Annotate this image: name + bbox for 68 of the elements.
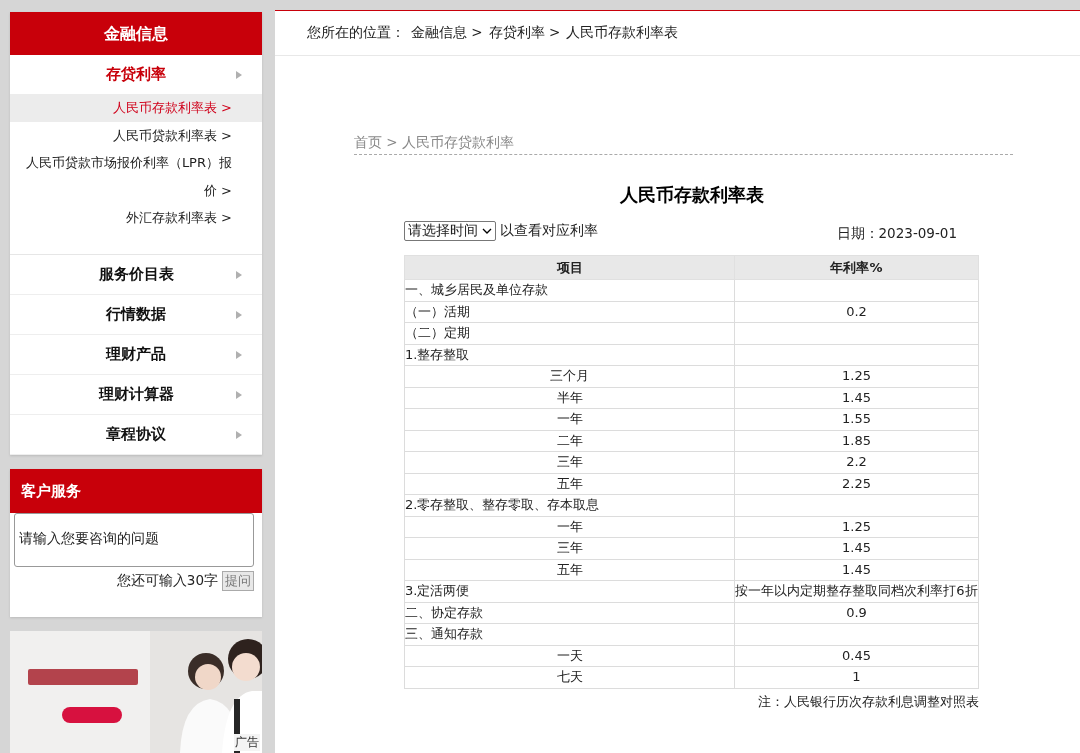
table-cell: 三年 xyxy=(404,537,735,559)
location-link[interactable]: 人民币存款利率表 xyxy=(566,24,679,42)
table-cell: 1.45 xyxy=(734,537,979,559)
table-cell: 3.定活两便 xyxy=(404,580,735,602)
table-cell: 2.零存整取、整存零取、存本取息 xyxy=(404,494,735,516)
menu-item[interactable]: 理财产品 xyxy=(10,334,262,375)
location-label: 您所在的位置： xyxy=(307,24,405,42)
table-cell: （二）定期 xyxy=(404,322,735,344)
ad-label: 广告 xyxy=(234,734,260,751)
table-cell: 三、通知存款 xyxy=(404,623,735,645)
table-cell: 2.2 xyxy=(734,451,979,473)
table-cell: 1.45 xyxy=(734,387,979,409)
service-title: 客户服务 xyxy=(10,468,262,513)
table-cell: 按一年以内定期整存整取同档次利率打6折 xyxy=(734,580,979,602)
table-cell: 1.55 xyxy=(734,408,979,430)
table-cell: 五年 xyxy=(404,559,735,581)
char-counter: 您还可输入30字 xyxy=(116,571,218,590)
table-cell: 0.2 xyxy=(734,301,979,323)
submenu-link[interactable]: 人民币贷款市场报价利率（LPR）报价 > xyxy=(10,149,262,204)
table-cell: 二年 xyxy=(404,430,735,452)
triangle-icon xyxy=(236,270,242,279)
table-cell: 半年 xyxy=(404,387,735,409)
table-cell: 一天 xyxy=(404,645,735,667)
table-cell: 五年 xyxy=(404,473,735,495)
table-cell: 七天 xyxy=(404,666,735,688)
triangle-icon xyxy=(236,71,242,79)
table-cell: 一年 xyxy=(404,408,735,430)
breadcrumb[interactable]: 首页 > 人民币存贷款利率 xyxy=(354,134,1013,155)
table-cell: 1.25 xyxy=(734,516,979,538)
table-cell: 三个月 xyxy=(404,365,735,387)
table-cell: 一、城乡居民及单位存款 xyxy=(404,279,735,301)
location-link[interactable]: 金融信息 > xyxy=(411,24,483,42)
chevron-icon xyxy=(482,228,492,234)
table-cell: 1.45 xyxy=(734,559,979,581)
location-link[interactable]: 存贷利率 > xyxy=(488,24,561,42)
ask-button[interactable]: 提问 xyxy=(222,570,254,591)
table-cell: （一）活期 xyxy=(404,301,735,323)
page-title: 人民币存款利率表 xyxy=(618,183,765,207)
menu-item[interactable]: 章程协议 xyxy=(10,414,262,455)
select-hint: 以查看对应利率 xyxy=(500,222,598,240)
question-field[interactable]: 请输入您要咨询的问题 xyxy=(14,512,254,567)
menu-item[interactable]: 理财计算器 xyxy=(10,374,262,415)
date-text: 日期：2023-09-01 xyxy=(836,225,957,243)
table-cell: 0.9 xyxy=(734,602,979,624)
column-header: 年利率% xyxy=(734,255,979,280)
menu-item[interactable]: 服务价目表 xyxy=(10,254,262,295)
submenu-link[interactable]: 人民币贷款利率表 > xyxy=(10,121,262,149)
column-header: 项目 xyxy=(404,255,735,280)
triangle-icon xyxy=(236,310,242,319)
menu-item[interactable]: 行情数据 xyxy=(10,294,262,335)
table-cell: 1.整存整取 xyxy=(404,344,735,366)
table-cell: 0.45 xyxy=(734,645,979,667)
triangle-icon xyxy=(236,430,242,439)
submenu-link[interactable]: 人民币存款利率表 > xyxy=(10,94,262,122)
table-cell: 一年 xyxy=(404,516,735,538)
menu-item[interactable]: 存贷利率 xyxy=(10,55,262,94)
table-cell: 二、协定存款 xyxy=(404,602,735,624)
time-select[interactable]: 请选择时间 xyxy=(404,221,496,241)
table-cell: 1.25 xyxy=(734,365,979,387)
triangle-icon xyxy=(236,350,242,359)
table-cell: 2.25 xyxy=(734,473,979,495)
table-cell: 1.85 xyxy=(734,430,979,452)
table-cell: 三年 xyxy=(404,451,735,473)
menu-title: 金融信息 xyxy=(10,12,262,55)
submenu-link[interactable]: 外汇存款利率表 > xyxy=(10,204,262,232)
table-cell: 1 xyxy=(734,666,979,688)
note-link[interactable]: 注：人民银行历次存款利息调整对照表 xyxy=(758,693,979,709)
triangle-icon xyxy=(236,390,242,399)
